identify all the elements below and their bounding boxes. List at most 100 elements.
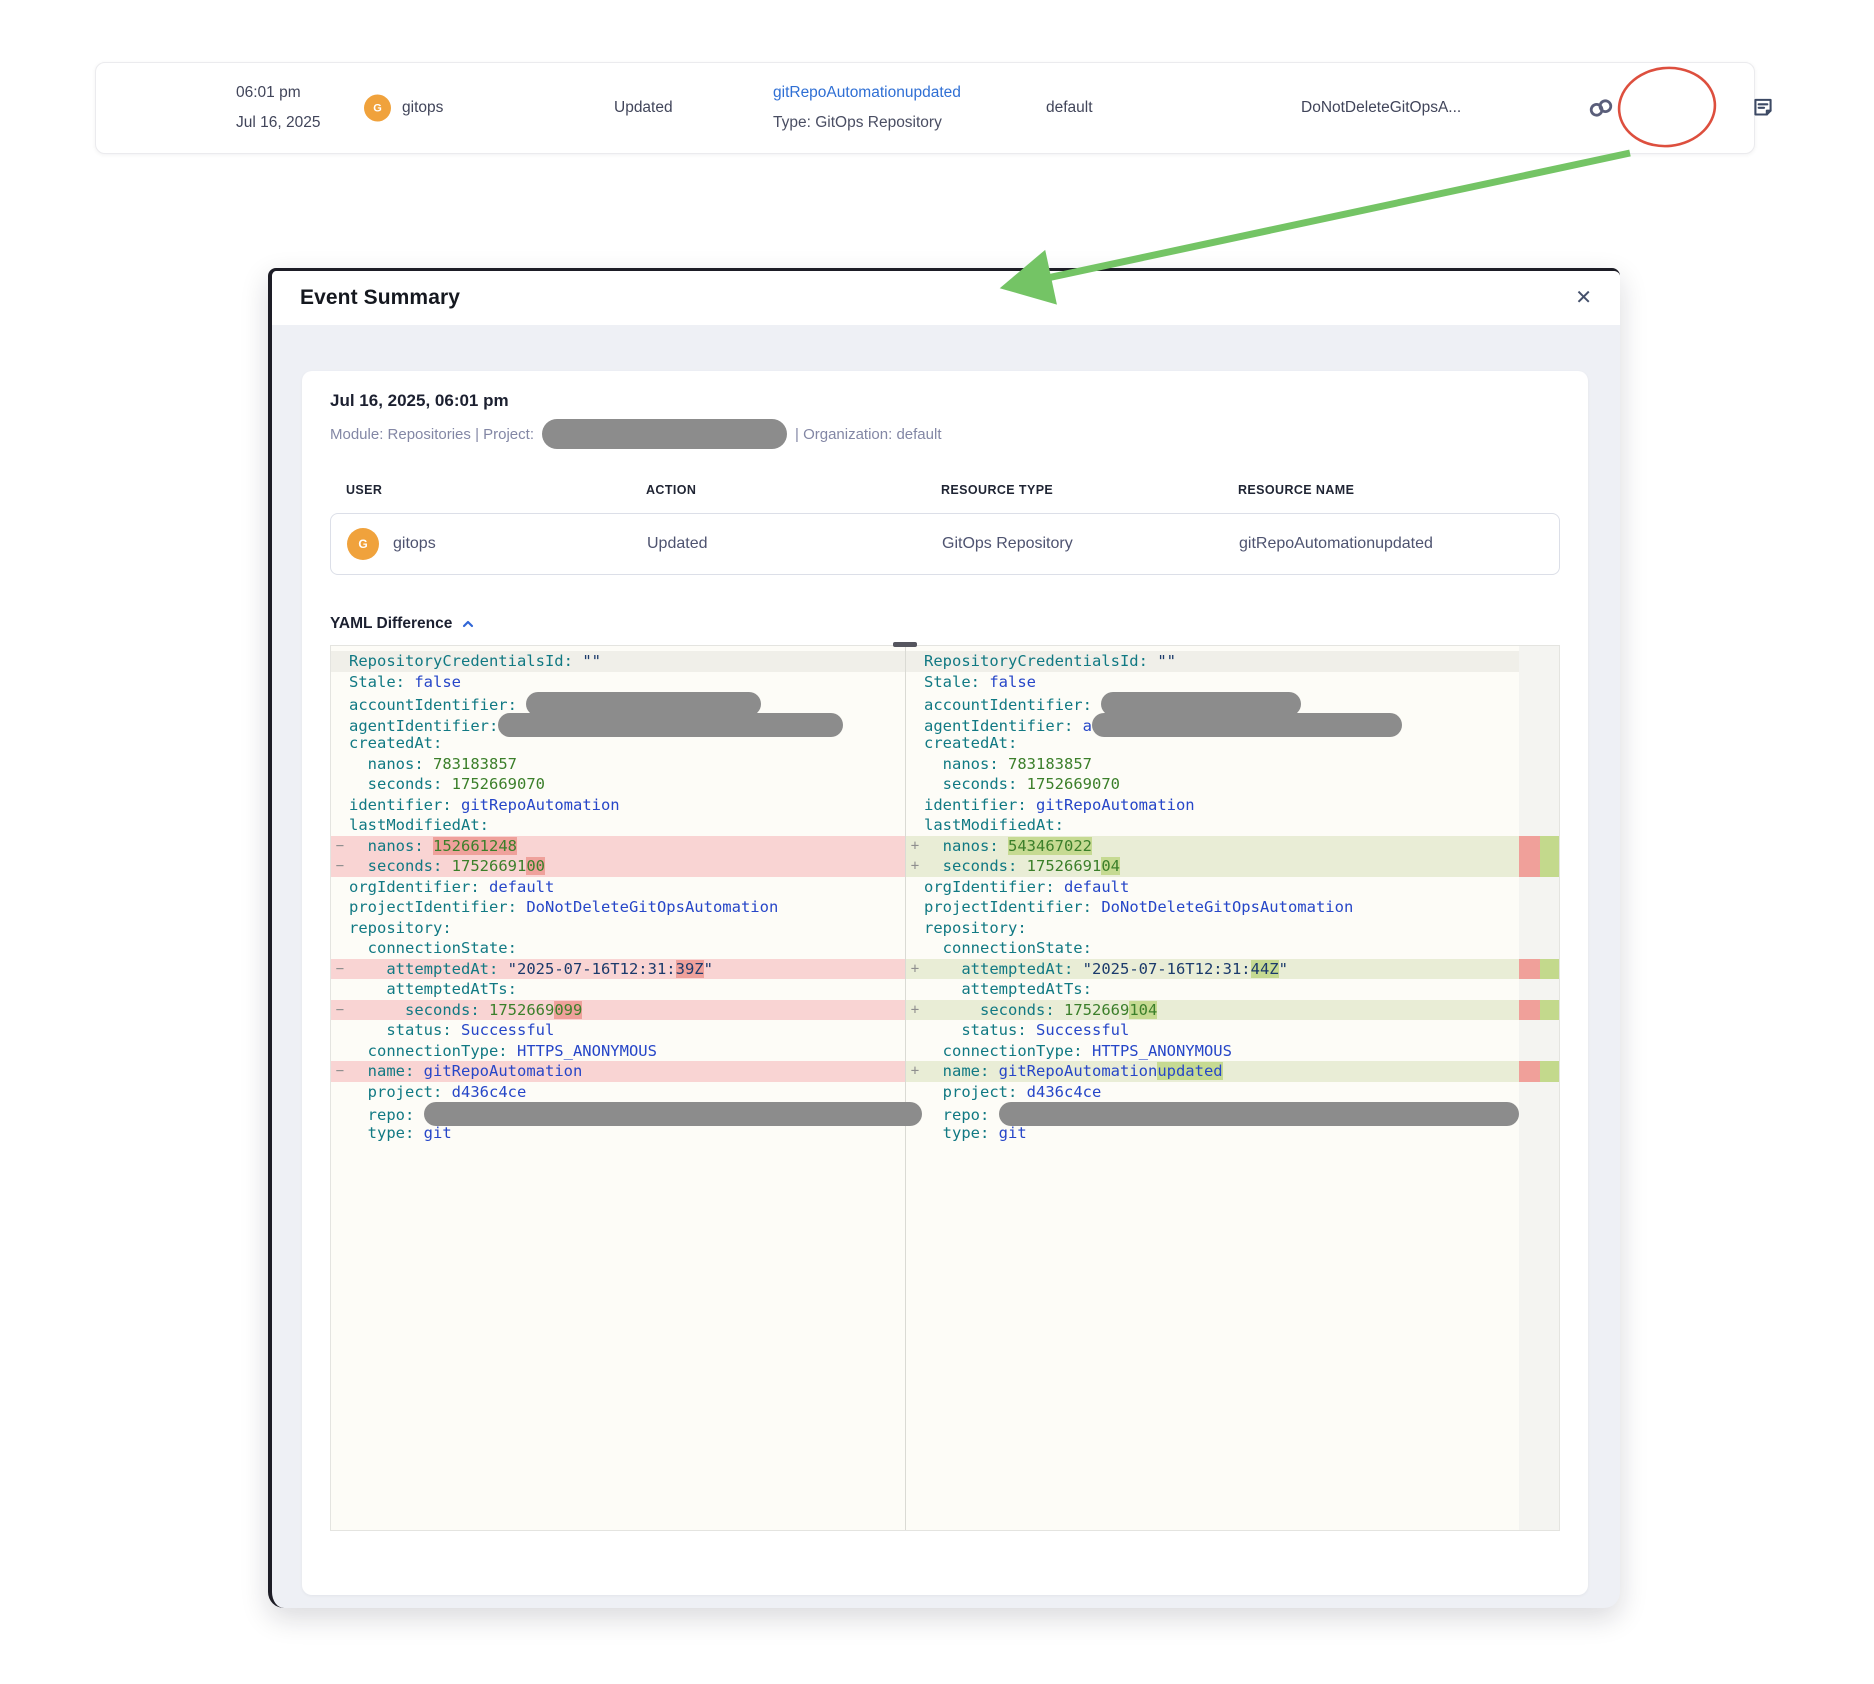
event-note-icon[interactable] [1748, 93, 1778, 123]
code-token: d436c4ce [1027, 1083, 1102, 1101]
code-token: attemptedAtTs: [349, 980, 517, 998]
diff-line: connectionType: HTTPS_ANONYMOUS [331, 1041, 905, 1062]
avatar: G [364, 95, 391, 122]
code-token [1092, 898, 1101, 916]
diff-line: connectionState: [906, 938, 1519, 959]
change-block-removed [1519, 1061, 1540, 1082]
diff-gutter: − [331, 1000, 349, 1021]
diff-code: nanos: 783183857 [924, 754, 1092, 775]
diff-gutter: − [331, 959, 349, 980]
diff-line: − attemptedAt: "2025-07-16T12:31:39Z" [331, 959, 905, 980]
change-block-added [1540, 1000, 1559, 1021]
diff-gutter: + [906, 959, 924, 980]
resource-link[interactable]: gitRepoAutomationupdated [773, 78, 961, 108]
diff-line: projectIdentifier: DoNotDeleteGitOpsAuto… [331, 897, 905, 918]
code-token [1055, 1001, 1064, 1019]
code-token [498, 960, 507, 978]
code-token: "2025-07-16T12:31: [1083, 960, 1251, 978]
diff-code: attemptedAt: "2025-07-16T12:31:44Z" [924, 959, 1288, 980]
code-token [442, 1083, 451, 1101]
code-token: nanos: [349, 755, 424, 773]
diff-gutter: − [331, 836, 349, 857]
table-header: USER [346, 483, 646, 497]
modal-body: Jul 16, 2025, 06:01 pm Module: Repositor… [272, 325, 1620, 1611]
diff-code: repo: [924, 1102, 1519, 1123]
code-token [1027, 1021, 1036, 1039]
avatar: G [347, 528, 379, 560]
code-token: lastModifiedAt: [924, 816, 1064, 834]
code-token: repository: [349, 919, 452, 937]
change-block-added [1540, 959, 1559, 980]
code-token: RepositoryCredentialsId: [349, 652, 573, 670]
change-block-added [1540, 836, 1559, 877]
diff-divider[interactable] [905, 646, 906, 1530]
code-token: nanos: [924, 837, 999, 855]
code-token: Stale: [349, 673, 405, 691]
diff-code: createdAt: [924, 733, 1017, 754]
diff-code: projectIdentifier: DoNotDeleteGitOpsAuto… [924, 897, 1353, 918]
diff-line: accountIdentifier: [906, 692, 1519, 713]
code-token: nanos: [924, 755, 999, 773]
green-arrow-annotation [1010, 153, 1630, 286]
diff-gutter [331, 692, 349, 713]
code-token [508, 1042, 517, 1060]
close-icon[interactable]: ✕ [1575, 288, 1592, 308]
diff-code: projectIdentifier: DoNotDeleteGitOpsAuto… [349, 897, 778, 918]
code-token [480, 1001, 489, 1019]
code-token [424, 755, 433, 773]
diff-code: status: Successful [349, 1020, 554, 1041]
diff-line: Stale: false [906, 672, 1519, 693]
diff-code: accountIdentifier: [924, 692, 1301, 713]
code-token: connectionType: [924, 1042, 1083, 1060]
diff-line: lastModifiedAt: [906, 815, 1519, 836]
code-token: false [414, 673, 461, 691]
code-token: default [1064, 878, 1129, 896]
redaction-blob [424, 1102, 922, 1126]
code-token: 04 [1101, 857, 1120, 875]
diff-line: + attemptedAt: "2025-07-16T12:31:44Z" [906, 959, 1519, 980]
code-token: DoNotDeleteGitOpsAutomation [1101, 898, 1353, 916]
row-resource-name: gitRepoAutomationupdated [1239, 535, 1559, 553]
diff-code: repository: [349, 918, 452, 939]
code-token: 783183857 [1008, 755, 1092, 773]
diff-code: orgIdentifier: default [349, 877, 554, 898]
diff-gutter [331, 938, 349, 959]
code-token [442, 775, 451, 793]
diff-line: attemptedAtTs: [331, 979, 905, 1000]
code-token: 783183857 [433, 755, 517, 773]
code-token [1017, 857, 1026, 875]
diff-line: project: d436c4ce [331, 1082, 905, 1103]
code-token [517, 696, 526, 714]
event-time: 06:01 pm Jul 16, 2025 [236, 78, 320, 138]
diff-code: repository: [924, 918, 1027, 939]
diff-line: attemptedAtTs: [906, 979, 1519, 1000]
code-token: 1752669 [489, 1001, 554, 1019]
code-token: accountIdentifier: [349, 696, 517, 714]
code-token: project: [924, 1083, 1017, 1101]
row-user-cell: G gitops [347, 528, 647, 560]
project-label: DoNotDeleteGitOpsA... [1301, 99, 1461, 117]
diff-gutter [906, 692, 924, 713]
diff-gutter [906, 713, 924, 734]
diff-code: nanos: 783183857 [349, 754, 517, 775]
yaml-difference-toggle[interactable]: YAML Difference [330, 615, 1560, 633]
chain-link-icon[interactable] [1586, 93, 1616, 123]
user-name: gitops [402, 99, 443, 117]
yaml-difference-label: YAML Difference [330, 615, 452, 633]
diff-minimap[interactable] [1519, 646, 1559, 1530]
code-token: type: [924, 1124, 989, 1142]
code-token: attemptedAtTs: [924, 980, 1092, 998]
diff-line: identifier: gitRepoAutomation [331, 795, 905, 816]
avatar-initial: G [358, 537, 367, 551]
code-token: "2025-07-16T12:31: [508, 960, 676, 978]
code-token: attemptedAt: [349, 960, 498, 978]
code-token [573, 652, 582, 670]
diff-code: lastModifiedAt: [924, 815, 1064, 836]
redaction-blob [999, 1102, 1519, 1126]
code-token: "" [582, 652, 601, 670]
event-card: Jul 16, 2025, 06:01 pm Module: Repositor… [302, 371, 1588, 1595]
diff-divider-handle[interactable] [893, 642, 917, 647]
code-token: 1752669 [1064, 1001, 1129, 1019]
diff-code: identifier: gitRepoAutomation [349, 795, 620, 816]
resource-column: gitRepoAutomationupdated Type: GitOps Re… [773, 78, 961, 138]
